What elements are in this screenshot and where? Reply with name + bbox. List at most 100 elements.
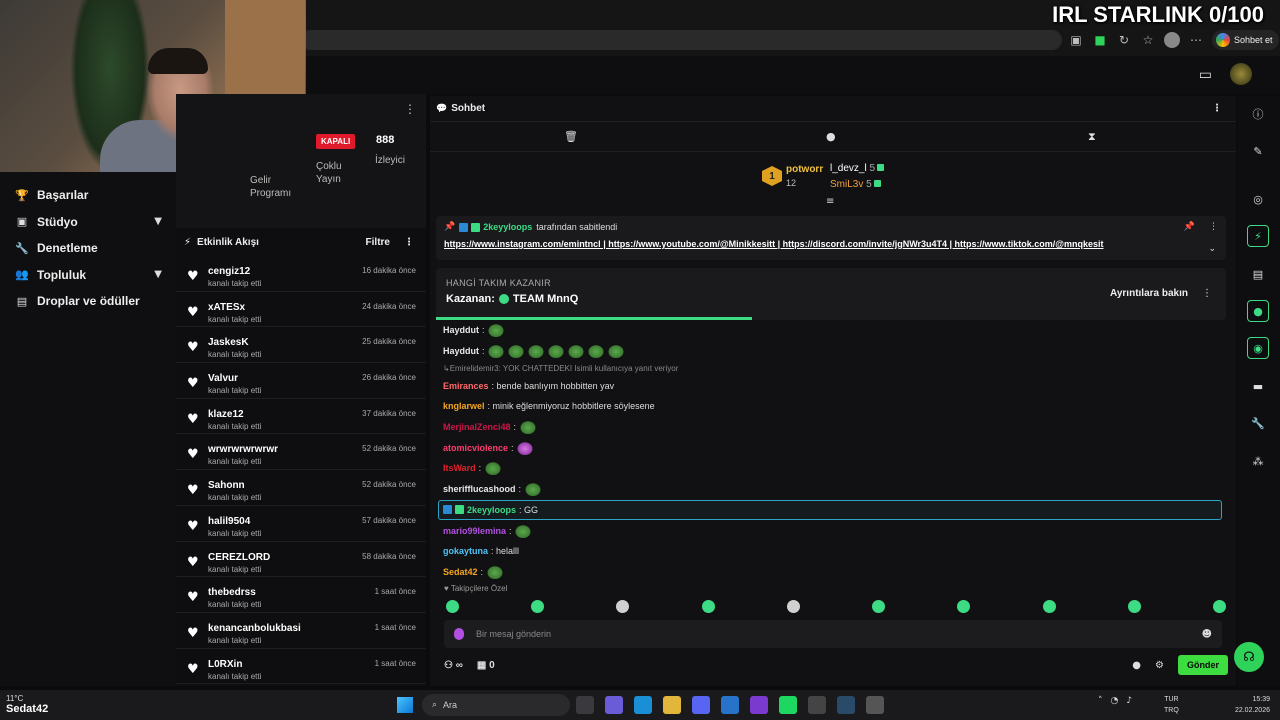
broadcast-icon[interactable]: ◉ [1247,337,1269,359]
bolt-icon[interactable]: ⚡ [1247,225,1269,247]
activity-item[interactable]: ♥ thebedrss kanalı takip etti 1 saat önce [176,577,426,613]
chat-message[interactable]: Sedat42: [430,562,1236,583]
activity-username[interactable]: halil9504 [208,516,261,527]
more-options-icon[interactable]: ⋮ [1202,288,1212,299]
chevron-up-icon[interactable]: ˄ [1098,696,1103,706]
chat-username[interactable]: Hayddut [443,346,479,356]
filter-button[interactable]: Filtre [366,237,390,248]
more-options-icon[interactable]: ⋮ [404,102,416,116]
monitor-icon[interactable]: ▭ [1199,66,1212,83]
chat-username[interactable]: MerjinalZenci48 [443,422,511,432]
network-icon[interactable]: ◔ [1111,696,1119,706]
activity-item[interactable]: ♥ xATESx kanalı takip etti 24 dakika önce [176,292,426,328]
copilot-chat-button[interactable]: Sohbet et [1212,30,1279,50]
activity-item[interactable]: ♥ kenancanbolukbasi kanalı takip etti 1 saa… [176,613,426,649]
emote-button[interactable] [701,600,715,613]
unpin-icon[interactable]: 📌 [1184,222,1195,232]
chat-message[interactable]: Hayddut: [430,341,1236,362]
trash-icon[interactable]: 🗑 [564,130,578,143]
multistream-label[interactable]: Çoklu Yayın [316,160,356,186]
chat-username[interactable]: Emirances [443,381,489,391]
edge-icon[interactable] [634,696,652,714]
weather-widget[interactable]: 11°C Sedat42 [6,694,48,715]
emoji-icon[interactable]: ☻ [1202,629,1212,640]
emote-button[interactable] [1127,600,1141,613]
leader-first-name[interactable]: potworr [786,164,823,175]
activity-username[interactable]: wrwrwrwrwrwr [208,444,278,455]
microphone-icon[interactable]: ♪ [1126,696,1132,706]
see-details-button[interactable]: Ayrıntılara bakın [1110,288,1188,299]
activity-username[interactable]: CEREZLORD [208,552,270,563]
more-icon[interactable]: ⋯ [1188,32,1204,48]
user-avatar[interactable] [1230,63,1252,85]
sidebar-item-drops[interactable]: ▤ Droplar ve ödüller [0,288,176,315]
emote-button[interactable] [616,600,630,613]
pinned-by-user[interactable]: 2keyyloops [483,222,532,232]
microphone-icon[interactable] [454,628,464,640]
nvidia-icon[interactable]: ■ [1092,32,1108,48]
chat-username[interactable]: gokaytuna [443,546,488,556]
steam-icon[interactable] [837,696,855,714]
more-options-icon[interactable]: ⋮ [1209,222,1218,232]
emote-button[interactable] [872,600,886,613]
favorites-icon[interactable]: ☆ [1140,32,1156,48]
hourglass-icon[interactable]: ⧗ [1088,130,1096,144]
activity-item[interactable]: ♥ Sahonn kanalı takip etti 52 dakika önce [176,470,426,506]
points-display[interactable]: ▦ 0 [477,660,495,671]
chat-message[interactable]: Hayddut: [430,320,1236,341]
chat-message[interactable]: mario99lemina: [430,520,1236,541]
activity-item[interactable]: ♥ CEREZLORD kanalı takip etti 58 dakika önc… [176,542,426,578]
revenue-program-label[interactable]: Gelir Programı [250,174,310,200]
chat-message[interactable]: ItsWard: [430,458,1236,479]
leader-second[interactable]: l_devz_l 5 [830,163,885,174]
emote-button[interactable] [531,600,545,613]
activity-username[interactable]: cengiz12 [208,266,261,277]
chat-message[interactable]: knglarwel: minik eğlenmiyoruz hobbitlere… [430,396,1236,417]
activity-username[interactable]: L0RXin [208,659,261,670]
chat-username[interactable]: Hayddut [443,325,479,335]
obs-icon[interactable] [866,696,884,714]
chat-input[interactable]: Bir mesaj gönderin ☻ [444,620,1222,648]
emote-button[interactable] [786,600,800,613]
activity-item[interactable]: ♥ JaskesK kanalı takip etti 25 dakika önce [176,327,426,364]
activity-username[interactable]: JaskesK [208,337,261,348]
spotify-icon[interactable] [779,696,797,714]
chat-message[interactable]: sherifflucashood: [430,479,1236,500]
help-button[interactable]: ☊ [1234,642,1264,672]
sidebar-item-moderation[interactable]: 🔧 Denetleme [0,235,176,262]
activity-item[interactable]: ♥ L0RXin kanalı takip etti 1 saat önce [176,649,426,685]
wrench-icon[interactable]: 🔧 [1247,412,1269,434]
collapse-icon[interactable]: ≡ [826,196,834,207]
chat-username[interactable]: sherifflucashood [443,484,516,494]
chat-username[interactable]: knglarwel [443,401,485,411]
file-explorer-icon[interactable] [663,696,681,714]
activity-username[interactable]: Valvur [208,373,261,384]
chat-message[interactable]: Emirances: bende banlıyım hobbitten yav [430,375,1236,396]
chat-message-list[interactable]: Hayddut: Hayddut: ↳ Emirelidemir3: YOK C… [430,320,1236,592]
clock[interactable]: 15:39 22.02.2026 [1220,694,1270,716]
emote-button[interactable] [957,600,971,613]
gear-icon[interactable]: ⚙ [1155,660,1164,671]
target-icon[interactable]: ◎ [1247,188,1269,210]
extension-icon[interactable]: ▣ [1068,32,1084,48]
activity-item[interactable]: ♥ cengiz12 kanalı takip etti 16 dakika önce [176,256,426,292]
chat-message[interactable]: MerjinalZenci48: [430,417,1236,438]
task-view-icon[interactable] [576,696,594,714]
app-icon[interactable] [721,696,739,714]
emote-button[interactable] [446,600,459,613]
send-button[interactable]: Gönder [1177,655,1228,675]
discord-icon[interactable] [692,696,710,714]
layout-icon[interactable]: ▬ [1247,375,1269,397]
chat-message[interactable]: atomicviolence: [430,437,1236,458]
activity-item[interactable]: ♥ klaze12 kanalı takip etti 37 dakika önce [176,399,426,435]
profile-avatar[interactable] [1164,32,1180,48]
more-options-icon[interactable]: ⋮ [404,237,414,248]
refresh-icon[interactable]: ↻ [1116,32,1132,48]
activity-username[interactable]: thebedrss [208,587,261,598]
pinned-links[interactable]: https://www.instagram.com/emintncl | htt… [444,239,1218,249]
app-icon[interactable] [808,696,826,714]
activity-username[interactable]: Sahonn [208,480,261,491]
activity-username[interactable]: kenancanbolukbasi [208,623,301,634]
app-icon[interactable] [750,696,768,714]
edit-icon[interactable]: ✎ [1247,140,1269,162]
